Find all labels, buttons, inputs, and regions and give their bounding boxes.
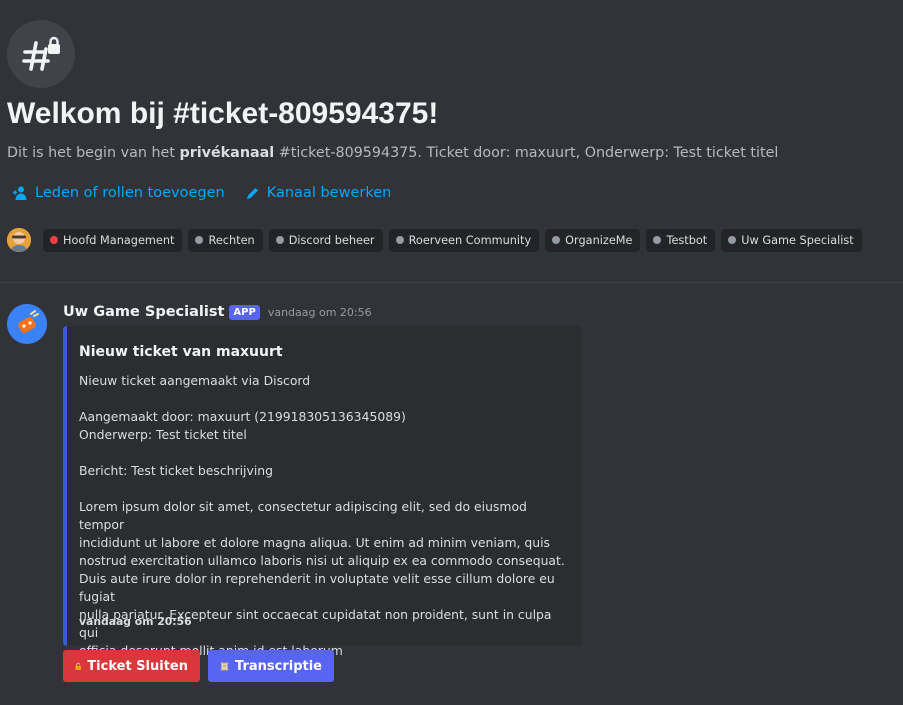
role-dot: [50, 236, 58, 244]
role-pill[interactable]: OrganizeMe: [545, 228, 641, 252]
embed-lorem: Duis aute irure dolor in reprehenderit i…: [79, 571, 555, 604]
embed-line: Bericht: Test ticket beschrijving: [79, 463, 273, 478]
transcript-button[interactable]: Transcriptie: [208, 650, 334, 682]
role-pill[interactable]: Hoofd Management: [43, 228, 183, 252]
welcome-subtitle-suffix: #ticket-809594375. Ticket door: maxuurt,…: [274, 145, 779, 161]
message-author[interactable]: Uw Game Specialist: [63, 304, 224, 320]
bot-avatar[interactable]: [7, 304, 47, 344]
edit-channel-label: Kanaal bewerken: [266, 185, 392, 201]
role-dot: [275, 236, 284, 244]
transcript-label: Transcriptie: [235, 658, 322, 674]
role-dot: [728, 236, 737, 244]
message-header: Uw Game Specialist APP vandaag om 20:56: [63, 304, 372, 320]
role-dot: [195, 236, 204, 244]
role-name: OrganizeMe: [565, 233, 633, 247]
role-dot: [552, 236, 561, 244]
role-dot: [395, 236, 404, 244]
roles-row: Hoofd Management Rechten Discord beheer …: [7, 228, 862, 252]
role-name: Testbot: [666, 233, 708, 247]
channel-actions: Leden of rollen toevoegen Kanaal bewerke…: [12, 185, 391, 201]
role-name: Roerveen Community: [408, 233, 532, 247]
member-avatar[interactable]: [7, 228, 31, 252]
pencil-icon: [246, 187, 258, 199]
role-pill[interactable]: Roerveen Community: [388, 228, 540, 252]
embed-line: Nieuw ticket aangemaakt via Discord: [79, 373, 311, 388]
welcome-subtitle-prefix: Dit is het begin van het: [7, 145, 180, 161]
channel-hash-lock-icon: [7, 20, 75, 88]
embed-line: Onderwerp: Test ticket titel: [79, 427, 247, 442]
role-dot: [653, 236, 662, 244]
lock-icon: [75, 662, 81, 670]
embed-lorem: Lorem ipsum dolor sit amet, consectetur …: [79, 499, 527, 532]
app-tag: APP: [229, 304, 260, 320]
embed-lorem: incididunt ut labore et dolore magna ali…: [79, 535, 551, 550]
role-name: Hoofd Management: [63, 233, 175, 247]
ticket-embed: Nieuw ticket van maxuurt Nieuw ticket aa…: [63, 326, 582, 658]
embed-lorem: nostrud exercitation ullamco laboris nis…: [79, 553, 565, 568]
embed-footer: vandaag om 20:56: [79, 615, 192, 628]
message-timestamp: vandaag om 20:56: [267, 305, 372, 319]
role-name: Rechten: [208, 233, 255, 247]
role-name: Discord beheer: [288, 233, 375, 247]
add-members-icon: [13, 186, 27, 200]
close-ticket-button[interactable]: Ticket Sluiten: [63, 650, 200, 682]
close-ticket-label: Ticket Sluiten: [87, 658, 188, 674]
role-pill[interactable]: Discord beheer: [268, 228, 383, 252]
embed-line: Aangemaakt door: maxuurt (21991830513634…: [79, 409, 406, 424]
role-pill[interactable]: Rechten: [188, 228, 263, 252]
scroll-icon: [220, 662, 229, 670]
divider: [0, 282, 903, 283]
welcome-title: Welkom bij #ticket-809594375!: [7, 97, 439, 130]
welcome-subtitle: Dit is het begin van het privékanaal #ti…: [7, 145, 778, 161]
add-members-label: Leden of rollen toevoegen: [35, 185, 225, 201]
embed-title: Nieuw ticket van maxuurt: [79, 344, 283, 360]
role-name: Uw Game Specialist: [741, 233, 854, 247]
edit-channel-button[interactable]: Kanaal bewerken: [245, 185, 392, 201]
button-row: Ticket Sluiten Transcriptie: [63, 650, 334, 682]
add-members-button[interactable]: Leden of rollen toevoegen: [12, 185, 225, 201]
role-pill[interactable]: Uw Game Specialist: [721, 228, 862, 252]
welcome-subtitle-bold: privékanaal: [179, 145, 275, 161]
role-pill[interactable]: Testbot: [646, 228, 716, 252]
